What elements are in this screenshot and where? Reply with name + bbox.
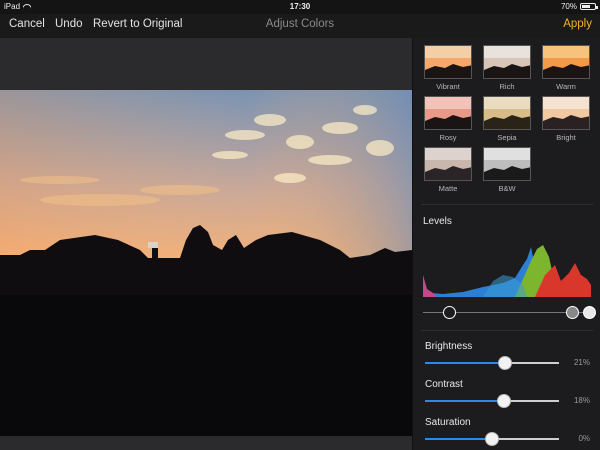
contrast-slider-fill: [425, 400, 505, 402]
saturation-value: 0%: [578, 434, 590, 443]
divider: [421, 330, 593, 331]
levels-black-point-knob[interactable]: [443, 306, 457, 319]
preset-rich[interactable]: Rich: [482, 45, 532, 91]
battery-icon: [580, 3, 598, 10]
photo-canvas: [0, 38, 412, 450]
preset-thumbnail: [424, 96, 472, 130]
preset-thumbnail: [424, 147, 472, 181]
preset-thumbnail: [542, 96, 590, 130]
apply-button[interactable]: Apply: [563, 18, 592, 30]
preset-warm[interactable]: Warm: [541, 45, 591, 91]
battery-percent: 70%: [560, 2, 577, 11]
saturation-slider-fill: [425, 438, 492, 440]
brightness-label: Brightness: [425, 341, 473, 352]
preset-thumbnail: [483, 45, 531, 79]
divider: [421, 204, 593, 205]
preset-matte[interactable]: Matte: [423, 147, 473, 193]
preset-sepia[interactable]: Sepia: [482, 96, 532, 142]
brightness-slider[interactable]: [425, 356, 559, 370]
preset-label: Sepia: [497, 133, 517, 142]
saturation-slider[interactable]: [425, 432, 559, 446]
preset-thumbnail: [542, 45, 590, 79]
levels-white-point-knob[interactable]: [582, 306, 596, 319]
preset-rosy[interactable]: Rosy: [423, 96, 473, 142]
preset-label: Bright: [556, 133, 576, 142]
brightness-value: 21%: [573, 358, 590, 367]
cancel-button[interactable]: Cancel: [9, 18, 45, 30]
preset-label: B&W: [498, 184, 516, 193]
photo-preview[interactable]: [0, 90, 412, 436]
status-bar: iPad 17:30 70%: [0, 0, 600, 14]
contrast-slider-knob[interactable]: [497, 394, 512, 408]
preset-label: Warm: [556, 82, 576, 91]
levels-gray-point-knob[interactable]: [566, 306, 580, 319]
saturation-slider-knob[interactable]: [485, 432, 499, 446]
saturation-label: Saturation: [425, 417, 471, 428]
preset-bright[interactable]: Bright: [541, 96, 591, 142]
preset-label: Matte: [438, 184, 458, 193]
clock: 17:30: [289, 2, 311, 11]
levels-title: Levels: [423, 216, 452, 227]
preset-label: Rich: [499, 82, 515, 91]
brightness-slider-fill: [425, 362, 506, 364]
preset-label: Vibrant: [436, 82, 460, 91]
adjust-colors-panel: Vibrant Rich Warm Rosy Sepia Bright Matt…: [412, 38, 600, 450]
revert-to-original-button[interactable]: Revert to Original: [93, 18, 182, 30]
preset-thumbnail: [424, 45, 472, 79]
preset-thumbnail: [483, 147, 531, 181]
undo-button[interactable]: Undo: [55, 18, 83, 30]
levels-histogram: [423, 245, 591, 297]
preset-label: Rosy: [439, 133, 457, 142]
preset-bw[interactable]: B&W: [482, 147, 532, 193]
brightness-slider-knob[interactable]: [498, 356, 513, 370]
contrast-slider[interactable]: [425, 394, 559, 408]
contrast-label: Contrast: [425, 379, 463, 390]
preset-vibrant[interactable]: Vibrant: [423, 45, 473, 91]
preset-thumbnail: [483, 96, 531, 130]
top-toolbar: Cancel Undo Revert to Original Adjust Co…: [0, 14, 600, 38]
contrast-value: 18%: [573, 396, 590, 405]
page-title: Adjust Colors: [265, 18, 335, 30]
